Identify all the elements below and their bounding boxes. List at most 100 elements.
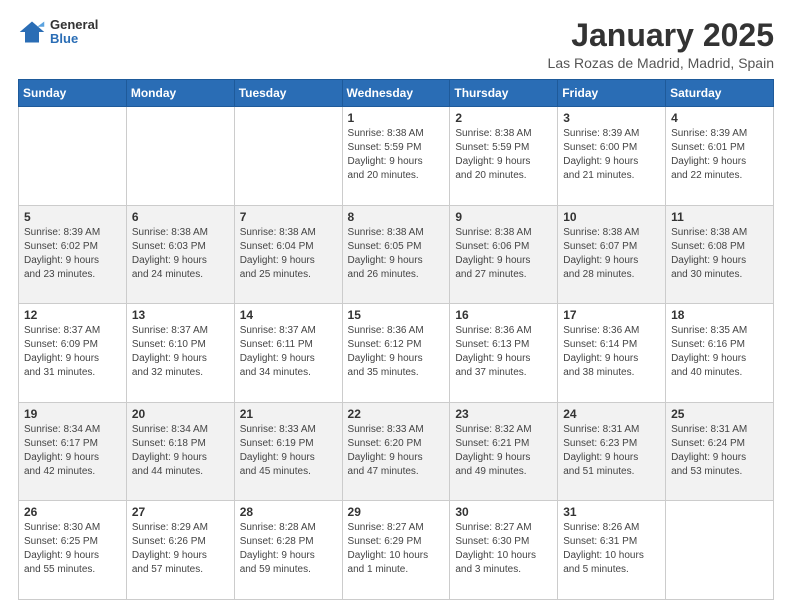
day-info: Sunrise: 8:37 AM Sunset: 6:10 PM Dayligh…	[132, 324, 229, 380]
day-number: 22	[348, 407, 445, 421]
calendar-cell: 12 Sunrise: 8:37 AM Sunset: 6:09 PM Dayli…	[19, 304, 127, 403]
calendar-cell: 13 Sunrise: 8:37 AM Sunset: 6:10 PM Dayli…	[126, 304, 234, 403]
day-info: Sunrise: 8:37 AM Sunset: 6:11 PM Dayligh…	[240, 324, 337, 380]
calendar-cell: 26 Sunrise: 8:30 AM Sunset: 6:25 PM Dayli…	[19, 501, 127, 600]
weekday-header-wednesday: Wednesday	[342, 80, 450, 107]
day-info: Sunrise: 8:31 AM Sunset: 6:24 PM Dayligh…	[671, 423, 768, 479]
calendar-cell: 27 Sunrise: 8:29 AM Sunset: 6:26 PM Dayli…	[126, 501, 234, 600]
day-info: Sunrise: 8:38 AM Sunset: 6:04 PM Dayligh…	[240, 226, 337, 282]
calendar-cell: 10Sunrise: 8:38 AM Sunset: 6:07 PM Dayli…	[558, 205, 666, 304]
weekday-header-thursday: Thursday	[450, 80, 558, 107]
day-info: Sunrise: 8:31 AM Sunset: 6:23 PM Dayligh…	[563, 423, 660, 479]
day-info: Sunrise: 8:32 AM Sunset: 6:21 PM Dayligh…	[455, 423, 552, 479]
day-number: 15	[348, 308, 445, 322]
day-number: 21	[240, 407, 337, 421]
calendar-cell: 22 Sunrise: 8:33 AM Sunset: 6:20 PM Dayli…	[342, 402, 450, 501]
day-number: 11	[671, 210, 768, 224]
location: Las Rozas de Madrid, Madrid, Spain	[548, 55, 774, 71]
calendar-cell: 16 Sunrise: 8:36 AM Sunset: 6:13 PM Dayli…	[450, 304, 558, 403]
calendar-week-row: 19 Sunrise: 8:34 AM Sunset: 6:17 PM Dayli…	[19, 402, 774, 501]
day-number: 16	[455, 308, 552, 322]
calendar-cell: 1 Sunrise: 8:38 AM Sunset: 5:59 PM Daylig…	[342, 107, 450, 206]
day-number: 12	[24, 308, 121, 322]
calendar-cell: 31 Sunrise: 8:26 AM Sunset: 6:31 PM Dayli…	[558, 501, 666, 600]
day-info: Sunrise: 8:36 AM Sunset: 6:14 PM Dayligh…	[563, 324, 660, 380]
day-info: Sunrise: 8:33 AM Sunset: 6:19 PM Dayligh…	[240, 423, 337, 479]
day-number: 26	[24, 505, 121, 519]
page: General Blue January 2025 Las Rozas de M…	[0, 0, 792, 612]
logo: General Blue	[18, 18, 98, 47]
calendar-table: SundayMondayTuesdayWednesdayThursdayFrid…	[18, 79, 774, 600]
day-number: 23	[455, 407, 552, 421]
title-block: January 2025 Las Rozas de Madrid, Madrid…	[548, 18, 774, 71]
calendar-cell: 24 Sunrise: 8:31 AM Sunset: 6:23 PM Dayli…	[558, 402, 666, 501]
day-number: 20	[132, 407, 229, 421]
day-info: Sunrise: 8:34 AM Sunset: 6:17 PM Dayligh…	[24, 423, 121, 479]
day-number: 14	[240, 308, 337, 322]
calendar-cell: 30 Sunrise: 8:27 AM Sunset: 6:30 PM Dayli…	[450, 501, 558, 600]
day-info: Sunrise: 8:38 AM Sunset: 6:03 PM Dayligh…	[132, 226, 229, 282]
calendar-cell: 14 Sunrise: 8:37 AM Sunset: 6:11 PM Dayli…	[234, 304, 342, 403]
day-number: 25	[671, 407, 768, 421]
day-info: Sunrise: 8:39 AM Sunset: 6:02 PM Dayligh…	[24, 226, 121, 282]
calendar-cell: 6 Sunrise: 8:38 AM Sunset: 6:03 PM Daylig…	[126, 205, 234, 304]
calendar-week-row: 1 Sunrise: 8:38 AM Sunset: 5:59 PM Daylig…	[19, 107, 774, 206]
day-number: 24	[563, 407, 660, 421]
calendar-cell	[666, 501, 774, 600]
calendar-cell: 25 Sunrise: 8:31 AM Sunset: 6:24 PM Dayli…	[666, 402, 774, 501]
day-number: 19	[24, 407, 121, 421]
calendar-cell: 18 Sunrise: 8:35 AM Sunset: 6:16 PM Dayli…	[666, 304, 774, 403]
day-number: 3	[563, 111, 660, 125]
day-info: Sunrise: 8:38 AM Sunset: 6:07 PM Dayligh…	[563, 226, 660, 282]
weekday-header-sunday: Sunday	[19, 80, 127, 107]
day-info: Sunrise: 8:33 AM Sunset: 6:20 PM Dayligh…	[348, 423, 445, 479]
day-number: 7	[240, 210, 337, 224]
day-info: Sunrise: 8:35 AM Sunset: 6:16 PM Dayligh…	[671, 324, 768, 380]
day-info: Sunrise: 8:38 AM Sunset: 5:59 PM Dayligh…	[455, 127, 552, 183]
calendar-cell	[234, 107, 342, 206]
day-number: 2	[455, 111, 552, 125]
calendar-cell: 29Sunrise: 8:27 AM Sunset: 6:29 PM Dayli…	[342, 501, 450, 600]
day-number: 27	[132, 505, 229, 519]
day-info: Sunrise: 8:28 AM Sunset: 6:28 PM Dayligh…	[240, 521, 337, 577]
calendar-cell: 5 Sunrise: 8:39 AM Sunset: 6:02 PM Daylig…	[19, 205, 127, 304]
day-info: Sunrise: 8:37 AM Sunset: 6:09 PM Dayligh…	[24, 324, 121, 380]
day-number: 4	[671, 111, 768, 125]
weekday-header-monday: Monday	[126, 80, 234, 107]
calendar-cell: 8Sunrise: 8:38 AM Sunset: 6:05 PM Daylig…	[342, 205, 450, 304]
calendar-cell: 15Sunrise: 8:36 AM Sunset: 6:12 PM Dayli…	[342, 304, 450, 403]
day-number: 30	[455, 505, 552, 519]
day-number: 18	[671, 308, 768, 322]
calendar-week-row: 5 Sunrise: 8:39 AM Sunset: 6:02 PM Daylig…	[19, 205, 774, 304]
calendar-cell: 20 Sunrise: 8:34 AM Sunset: 6:18 PM Dayli…	[126, 402, 234, 501]
day-info: Sunrise: 8:26 AM Sunset: 6:31 PM Dayligh…	[563, 521, 660, 577]
calendar-cell: 2 Sunrise: 8:38 AM Sunset: 5:59 PM Daylig…	[450, 107, 558, 206]
weekday-header-saturday: Saturday	[666, 80, 774, 107]
day-number: 13	[132, 308, 229, 322]
day-number: 1	[348, 111, 445, 125]
weekday-header-friday: Friday	[558, 80, 666, 107]
day-info: Sunrise: 8:29 AM Sunset: 6:26 PM Dayligh…	[132, 521, 229, 577]
day-info: Sunrise: 8:38 AM Sunset: 6:05 PM Dayligh…	[348, 226, 445, 282]
day-number: 6	[132, 210, 229, 224]
day-info: Sunrise: 8:39 AM Sunset: 6:00 PM Dayligh…	[563, 127, 660, 183]
day-number: 31	[563, 505, 660, 519]
day-info: Sunrise: 8:38 AM Sunset: 5:59 PM Dayligh…	[348, 127, 445, 183]
logo-blue-label: Blue	[50, 32, 98, 46]
day-info: Sunrise: 8:36 AM Sunset: 6:13 PM Dayligh…	[455, 324, 552, 380]
calendar-cell: 23 Sunrise: 8:32 AM Sunset: 6:21 PM Dayli…	[450, 402, 558, 501]
calendar-cell	[19, 107, 127, 206]
day-info: Sunrise: 8:27 AM Sunset: 6:30 PM Dayligh…	[455, 521, 552, 577]
day-number: 17	[563, 308, 660, 322]
day-info: Sunrise: 8:39 AM Sunset: 6:01 PM Dayligh…	[671, 127, 768, 183]
calendar-cell: 17 Sunrise: 8:36 AM Sunset: 6:14 PM Dayli…	[558, 304, 666, 403]
day-info: Sunrise: 8:30 AM Sunset: 6:25 PM Dayligh…	[24, 521, 121, 577]
calendar-cell: 3 Sunrise: 8:39 AM Sunset: 6:00 PM Daylig…	[558, 107, 666, 206]
day-info: Sunrise: 8:34 AM Sunset: 6:18 PM Dayligh…	[132, 423, 229, 479]
day-number: 5	[24, 210, 121, 224]
calendar-week-row: 12 Sunrise: 8:37 AM Sunset: 6:09 PM Dayli…	[19, 304, 774, 403]
calendar-cell: 21 Sunrise: 8:33 AM Sunset: 6:19 PM Dayli…	[234, 402, 342, 501]
logo-general-label: General	[50, 18, 98, 32]
day-info: Sunrise: 8:38 AM Sunset: 6:06 PM Dayligh…	[455, 226, 552, 282]
logo-icon	[18, 18, 46, 46]
